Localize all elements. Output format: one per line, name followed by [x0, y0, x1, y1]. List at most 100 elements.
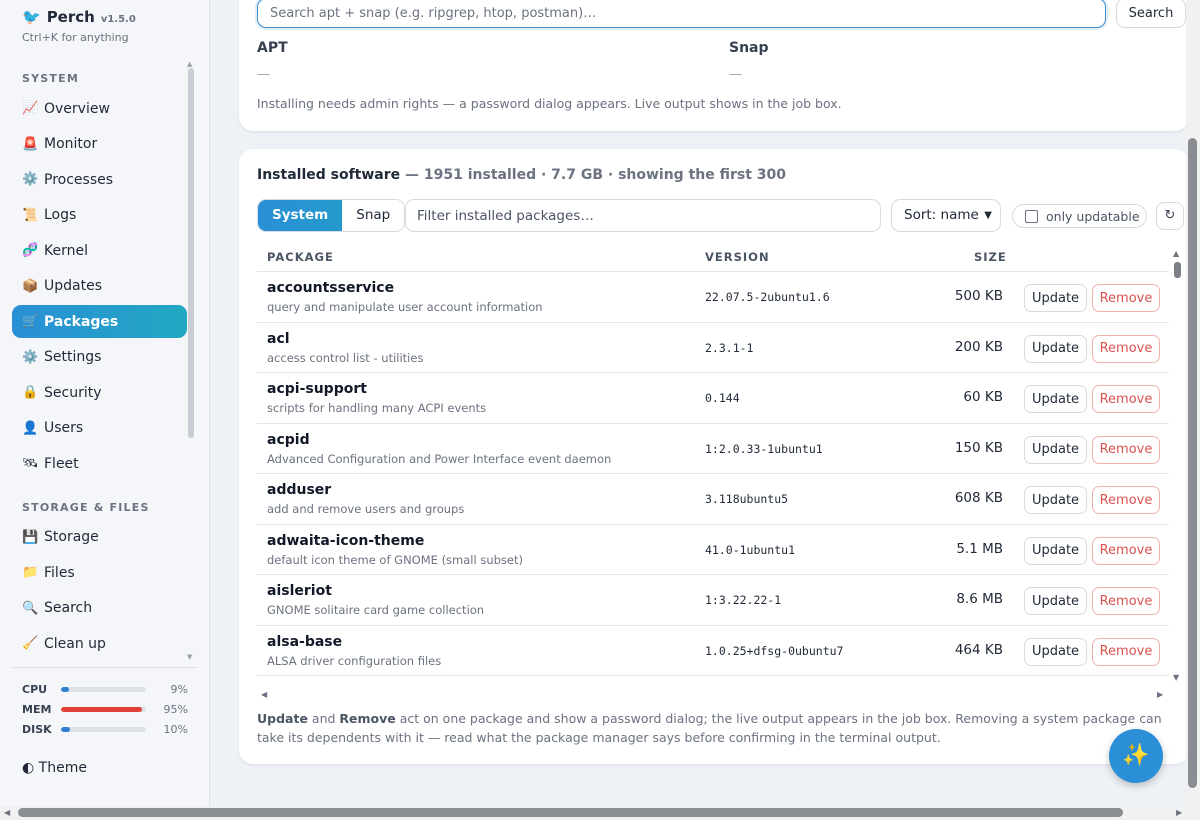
- sidebar-item-label: Storage: [44, 529, 99, 545]
- page-scroll-left-icon[interactable]: ◀: [4, 808, 10, 817]
- table-vertical-scrollbar[interactable]: [1174, 262, 1181, 278]
- remove-button[interactable]: Remove: [1092, 637, 1160, 666]
- gear-icon: ⚙️: [22, 349, 39, 365]
- table-scroll-right-icon[interactable]: ▶: [1157, 690, 1163, 699]
- update-button[interactable]: Update: [1024, 334, 1087, 363]
- package-version: 1.0.25+dfsg-0ubuntu7: [705, 643, 844, 658]
- sidebar-item-label: Clean up: [44, 635, 106, 652]
- search-icon: 🔍: [22, 600, 39, 616]
- broom-icon: 🧹: [22, 636, 39, 651]
- disk-icon: 💾: [22, 529, 39, 545]
- update-button[interactable]: Update: [1024, 284, 1087, 312]
- table-row: acpi-support scripts for handling many AC…: [257, 373, 1169, 424]
- update-button[interactable]: Update: [1024, 486, 1087, 514]
- search-button[interactable]: Search: [1116, 0, 1186, 28]
- package-name: acl: [267, 330, 290, 347]
- tab-snap[interactable]: Snap: [342, 200, 405, 231]
- sidebar-item-kernel[interactable]: 🧬 Kernel: [12, 234, 187, 267]
- app-version: v1.5.0: [100, 14, 136, 25]
- remove-button[interactable]: Remove: [1092, 435, 1160, 464]
- mem-meter: MEM 95%: [22, 703, 188, 716]
- page-scroll-right-icon[interactable]: ▶: [1176, 808, 1182, 817]
- sidebar-item-monitor[interactable]: 🚨 Monitor: [12, 128, 187, 161]
- table-scroll-up-icon[interactable]: ▲: [1173, 249, 1179, 258]
- package-size: 464 KB: [954, 641, 1003, 658]
- update-button[interactable]: Update: [1024, 587, 1087, 615]
- apt-results: —: [257, 67, 270, 82]
- snap-heading: Snap: [729, 40, 769, 56]
- sidebar-item-label: Users: [44, 420, 84, 436]
- sidebar-item-search[interactable]: 🔍 Search: [12, 592, 187, 625]
- tab-system[interactable]: System: [258, 200, 343, 231]
- sidebar-item-clean-up[interactable]: 🧹 Clean up: [12, 627, 187, 660]
- installed-summary: — 1951 installed · 7.7 GB · showing the …: [405, 167, 787, 183]
- sidebar-scroll-down-icon[interactable]: ▼: [187, 653, 192, 661]
- update-button[interactable]: Update: [1024, 536, 1087, 565]
- snap-results: —: [729, 67, 742, 82]
- sidebar-item-security[interactable]: 🔒 Security: [12, 376, 187, 409]
- package-size: 608 KB: [954, 490, 1003, 506]
- theme-button[interactable]: ◐ Theme: [22, 760, 87, 776]
- nav-gap: [12, 483, 187, 495]
- cart-icon: 🛒: [22, 314, 39, 329]
- package-icon: 📦: [22, 278, 39, 294]
- sidebar-item-files[interactable]: 📁 Files: [12, 556, 187, 589]
- package-version: 3.118ubuntu5: [705, 492, 789, 506]
- column-version: VERSION: [705, 250, 770, 264]
- chart-icon: 📈: [22, 101, 39, 116]
- sidebar-nav: SYSTEM 📈 Overview 🚨 Monitor ⚙️ Processes 📜 Logs 🧬…: [12, 66, 187, 660]
- page-vertical-scrollbar-thumb[interactable]: [1188, 138, 1197, 788]
- sidebar-item-label: Kernel: [44, 242, 88, 259]
- disk-meter: DISK 10%: [22, 723, 188, 736]
- note-update: Update: [257, 711, 308, 726]
- table-scroll-left-icon[interactable]: ◀: [261, 690, 267, 699]
- only-updatable-checkbox[interactable]: [1025, 209, 1038, 223]
- user-icon: 👤: [22, 420, 39, 436]
- only-updatable-toggle[interactable]: only updatable: [1012, 204, 1147, 228]
- assistant-button[interactable]: ✨: [1109, 729, 1163, 783]
- sidebar-scrollbar[interactable]: [188, 68, 194, 438]
- sidebar-item-fleet[interactable]: 🛰 Fleet: [12, 447, 187, 480]
- remove-button[interactable]: Remove: [1092, 284, 1160, 312]
- scroll-icon: 📜: [22, 207, 39, 223]
- sidebar-item-users[interactable]: 👤 Users: [12, 412, 187, 445]
- table-row: adwaita-icon-theme default icon theme of …: [257, 525, 1169, 575]
- update-button[interactable]: Update: [1024, 637, 1087, 666]
- update-button[interactable]: Update: [1024, 385, 1087, 413]
- meter-fill: [61, 727, 70, 732]
- remove-button[interactable]: Remove: [1092, 486, 1160, 514]
- table-row: alsa-base ALSA driver configuration files…: [257, 626, 1169, 676]
- sidebar-item-label: Monitor: [44, 136, 98, 152]
- sidebar-item-logs[interactable]: 📜 Logs: [12, 199, 187, 232]
- sidebar-item-label: Updates: [44, 278, 102, 294]
- package-search-input[interactable]: [257, 0, 1106, 28]
- update-button[interactable]: Update: [1024, 435, 1087, 464]
- sort-select[interactable]: Sort: name ▼: [891, 199, 1001, 232]
- table-row: adduser add and remove users and groups 3.…: [257, 474, 1169, 525]
- page-horizontal-scrollbar-thumb[interactable]: [18, 808, 1123, 817]
- column-size: SIZE: [974, 250, 1007, 264]
- remove-button[interactable]: Remove: [1092, 385, 1160, 413]
- sidebar-item-processes[interactable]: ⚙️ Processes: [12, 163, 187, 196]
- chevron-down-icon: ▼: [984, 210, 992, 221]
- package-description: GNOME solitaire card game collection: [267, 603, 485, 617]
- remove-button[interactable]: Remove: [1092, 334, 1160, 363]
- remove-button[interactable]: Remove: [1092, 536, 1160, 565]
- sidebar-item-settings[interactable]: ⚙️ Settings: [12, 341, 187, 374]
- filter-installed-input[interactable]: [405, 199, 881, 232]
- sidebar-scroll-up-icon[interactable]: ▲: [187, 60, 192, 68]
- package-size: 150 KB: [954, 439, 1003, 456]
- table-scroll-down-icon[interactable]: ▼: [1173, 673, 1179, 682]
- refresh-button[interactable]: ↻: [1156, 202, 1184, 230]
- sidebar-item-storage[interactable]: 💾 Storage: [12, 521, 187, 554]
- package-version: 0.144: [705, 391, 740, 405]
- column-package: PACKAGE: [267, 250, 334, 264]
- sidebar-item-packages[interactable]: 🛒 Packages: [12, 305, 187, 338]
- sidebar-item-label: Logs: [44, 207, 77, 223]
- remove-button[interactable]: Remove: [1092, 587, 1160, 615]
- meter-fill: [61, 707, 142, 712]
- package-version: 22.07.5-2ubuntu1.6: [705, 290, 830, 304]
- sidebar-item-overview[interactable]: 📈 Overview: [12, 92, 187, 125]
- sidebar-item-updates[interactable]: 📦 Updates: [12, 270, 187, 303]
- package-description: default icon theme of GNOME (small subse…: [267, 552, 523, 567]
